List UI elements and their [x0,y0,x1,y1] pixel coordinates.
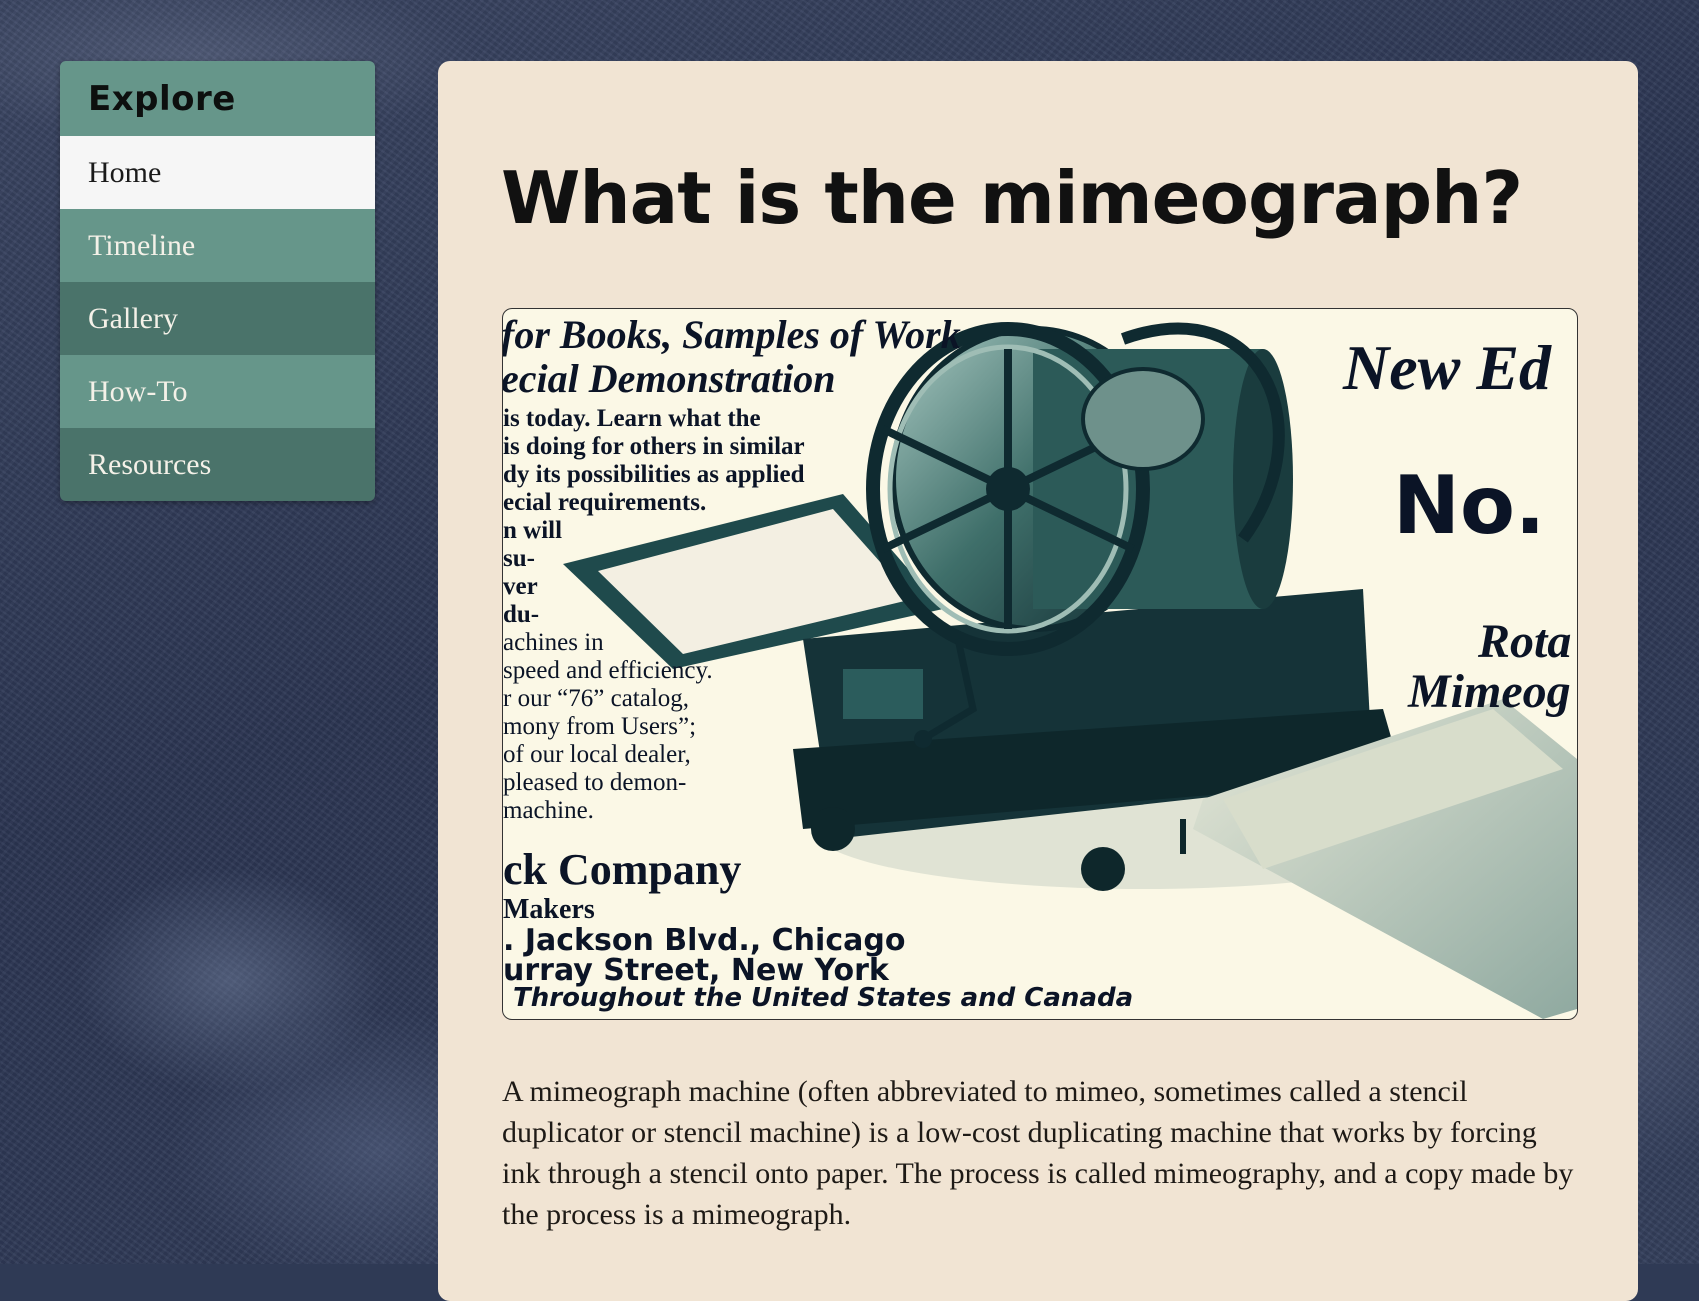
sidebar-item-label: Timeline [88,228,196,262]
ad-body-line: machine. [503,797,594,824]
mimeograph-advertisement-image: for Books, Samples of Work ecial Demonst… [502,308,1578,1020]
ad-headline-2: ecial Demonstration [502,356,836,401]
intro-paragraph: A mimeograph machine (often abbreviated … [502,1075,1574,1231]
ad-headline-1: for Books, Samples of Work [502,312,961,357]
ad-body-line: of our local dealer, [503,741,691,768]
sidebar-title: Explore [88,78,236,119]
ad-footer: Throughout the United States and Canada [513,983,1134,1013]
page-title: What is the mimeograph? [501,156,1523,240]
ad-body-line: speed and efficiency. [503,657,713,684]
ad-body-line: r our “76” catalog, [503,685,690,712]
ad-body-line: dy its possibilities as applied [503,461,805,488]
ad-body-line: pleased to demon- [503,769,687,796]
ad-body-line: du- [503,601,540,628]
ad-right-model-number: No. 7 [1393,459,1577,552]
sidebar-item-label: How-To [88,374,188,408]
ad-body-line: su- [503,545,535,572]
main-content-panel: What is the mimeograph? for Books, Sampl… [438,61,1638,1301]
ad-body-line: ecial requirements. [503,489,707,516]
sidebar-item-label: Home [88,155,162,189]
ad-body-line: n will [503,517,563,544]
ad-right-new-edition: New Ed [1343,332,1551,403]
ad-right-mimeograph: Mimeog [1408,665,1571,718]
sidebar-item-resources[interactable]: Resources [60,428,375,501]
sidebar-item-how-to[interactable]: How-To [60,355,375,428]
sidebar-item-home[interactable]: Home [60,136,375,209]
ad-body-line: achines in [503,629,604,656]
sidebar-item-label: Gallery [88,301,178,335]
sidebar-item-gallery[interactable]: Gallery [60,282,375,355]
sidebar-item-timeline[interactable]: Timeline [60,209,375,282]
sidebar-nav: Explore Home Timeline Gallery How-To Res… [60,61,375,501]
ad-makers: Makers [503,894,595,925]
sidebar-header: Explore [60,61,375,136]
sidebar-item-label: Resources [88,447,212,481]
ad-body-line: mony from Users”; [503,713,697,740]
ad-body-line: is today. Learn what the [503,405,761,432]
ad-body-line: ver [503,573,538,600]
ad-right-rotary: Rota [1478,615,1572,668]
ad-company-name: ck Company [503,845,742,894]
ad-body-line: is doing for others in similar [503,433,805,460]
